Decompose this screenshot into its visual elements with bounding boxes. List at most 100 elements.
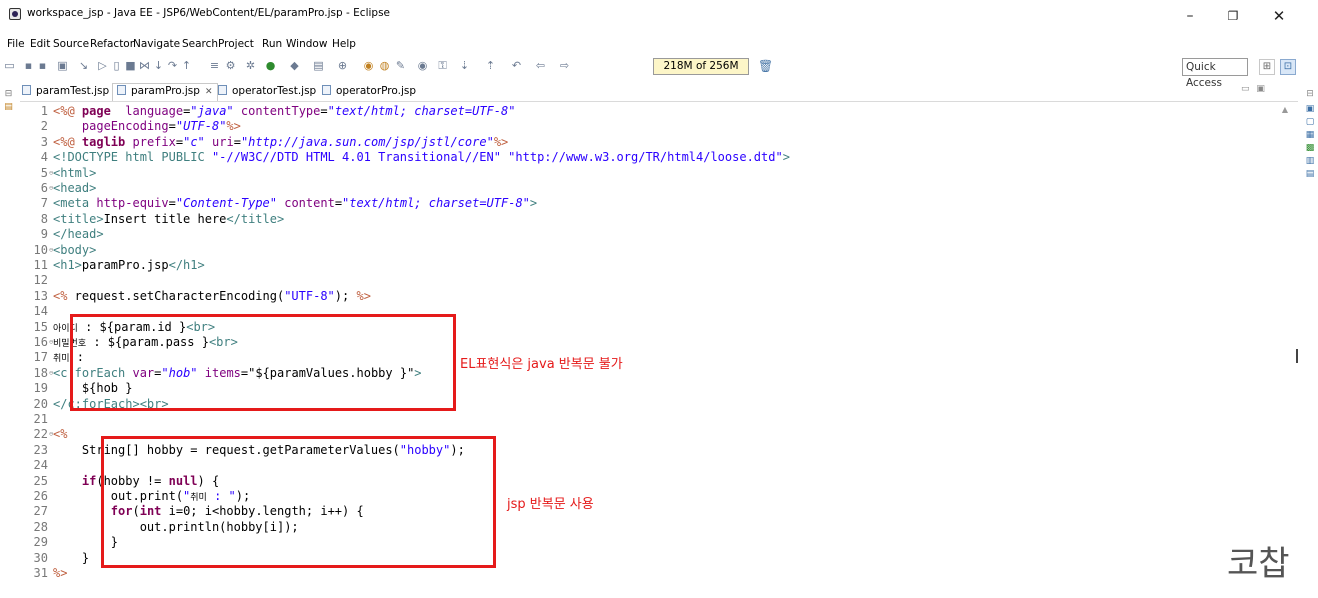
code-token: <body> [53, 242, 97, 257]
toggle-word-wrap-icon[interactable]: ⚿ [436, 59, 449, 73]
minimize-maximize-icon[interactable]: ▭ ▣ [1241, 84, 1267, 94]
line-number: 24 [33, 458, 48, 473]
data-source-icon[interactable]: ▥ [1304, 156, 1316, 167]
step-into-icon[interactable]: ↓ [152, 59, 165, 73]
console-icon[interactable]: ▤ [1304, 169, 1316, 180]
menu-help[interactable]: Help [332, 38, 356, 50]
line-number: 10 [33, 242, 48, 257]
line-number: 22 [33, 427, 48, 442]
menu-search[interactable]: Search [182, 38, 218, 50]
code-token: <%@ [53, 104, 82, 118]
debug-icon[interactable]: ✲ [244, 59, 257, 73]
open-perspective-icon[interactable]: ⊞ [1259, 59, 1275, 75]
code-token: %> [226, 119, 241, 134]
resume-icon[interactable]: ▷ [96, 59, 109, 73]
line-number: 9 [40, 227, 48, 242]
open-type-icon[interactable]: ◉ [362, 59, 375, 73]
new-icon[interactable]: ▭ [3, 59, 16, 73]
vertical-scrollbar[interactable]: ▲ [1280, 105, 1290, 575]
line-number: 4 [40, 150, 48, 165]
toggle-mark-occurrences-icon[interactable]: ◉ [416, 59, 429, 73]
garbage-collect-icon[interactable]: 🗑 [758, 59, 773, 73]
code-token: language [125, 104, 184, 118]
servers-icon[interactable]: ≡ [208, 59, 221, 73]
tab-operatorpro[interactable]: operatorPro.jsp [322, 84, 416, 100]
external-tools-icon[interactable]: ◆ [288, 59, 301, 73]
tab-operatortest[interactable]: operatorTest.jsp [218, 84, 316, 100]
code-text: <meta http-equiv="Content-Type" content=… [53, 196, 537, 211]
code-token: <% [53, 288, 68, 303]
open-web-browser-icon[interactable]: ◍ [378, 59, 391, 73]
terminal-icon[interactable]: ▣ [56, 59, 69, 73]
new-package-icon[interactable]: ⊕ [336, 59, 349, 73]
menu-navigate[interactable]: Navigate [133, 38, 180, 50]
disconnect-icon[interactable]: ⋈ [138, 59, 151, 73]
code-token: "http://java.sun.com/jsp/jstl/core" [240, 134, 494, 149]
restore-icon[interactable]: ⊟ [1304, 89, 1316, 100]
menu-refactor[interactable]: Refactor [90, 38, 134, 50]
project-explorer-icon[interactable]: ▤ [3, 102, 14, 113]
close-tab-icon[interactable]: ✕ [205, 87, 213, 97]
jsp-file-icon [322, 85, 331, 95]
code-token: request.setCharacterEncoding( [67, 288, 285, 303]
save-all-icon[interactable]: ▪ [36, 59, 49, 73]
code-token: uri [212, 134, 234, 149]
restore-icon[interactable]: ⊟ [3, 89, 14, 100]
terminate-icon[interactable]: ■ [124, 59, 137, 73]
jsp-file-icon [117, 85, 126, 95]
code-token: "UTF-8" [284, 288, 335, 303]
step-over-icon[interactable]: ↷ [166, 59, 179, 73]
toolbar: ▭ ▪ ▪ ▣ ↘ ▷ ▯ ■ ⋈ ↓ ↷ ↑ ≡ ⚙ ✲ ● ◆ ▤ ⊕ ◉ … [0, 56, 1318, 89]
code-token: content [284, 196, 335, 211]
next-annotation-icon[interactable]: ⇣ [458, 59, 471, 73]
line-number: 25 [33, 473, 48, 488]
code-token: http-equiv [96, 196, 169, 211]
code-text: <html> [53, 166, 96, 181]
code-token: <%@ [53, 134, 82, 149]
code-token: <% [53, 427, 68, 442]
menu-window[interactable]: Window [286, 38, 327, 50]
last-edit-location-icon[interactable]: ↶ [510, 59, 523, 73]
menu-edit[interactable]: Edit [30, 38, 50, 50]
java-ee-perspective-icon[interactable]: ⊡ [1280, 59, 1296, 75]
previous-annotation-icon[interactable]: ⇡ [484, 59, 497, 73]
outline-icon[interactable]: ▣ [1304, 104, 1316, 115]
search-icon[interactable]: ✎ [394, 59, 407, 73]
eclipse-icon [9, 8, 21, 20]
maximize-button[interactable]: ❐ [1216, 4, 1250, 28]
minimize-button[interactable]: – [1173, 4, 1207, 28]
save-icon[interactable]: ▪ [22, 59, 35, 73]
servers-view-icon[interactable]: ▩ [1304, 143, 1316, 154]
jsp-file-icon [22, 85, 31, 95]
forward-icon[interactable]: ⇨ [558, 59, 571, 73]
tab-parampro[interactable]: paramPro.jsp ✕ [112, 83, 218, 101]
new-java-project-icon[interactable]: ▤ [312, 59, 325, 73]
line-number: 26 [33, 489, 48, 503]
tab-label: operatorTest.jsp [232, 85, 317, 97]
menu-run[interactable]: Run [262, 38, 282, 50]
line-number: 15 [33, 319, 48, 334]
menu-file[interactable]: File [7, 38, 25, 50]
code-token: "text/html; charset=UTF-8" [327, 104, 516, 118]
scroll-up-icon[interactable]: ▲ [1280, 105, 1290, 115]
menu-source[interactable]: Source [53, 38, 89, 50]
close-button[interactable]: ✕ [1262, 4, 1296, 28]
back-icon[interactable]: ⇦ [534, 59, 547, 73]
quick-access-input[interactable]: Quick Access [1182, 58, 1248, 89]
tab-label: operatorPro.jsp [336, 85, 417, 97]
suspend-icon[interactable]: ▯ [110, 59, 123, 73]
task-list-icon[interactable]: ▢ [1304, 117, 1316, 128]
jsp-highlight-box [101, 436, 496, 568]
publish-icon[interactable]: ⚙ [224, 59, 237, 73]
run-icon[interactable]: ● [264, 59, 277, 73]
skip-breakpoints-icon[interactable]: ↘ [77, 59, 90, 73]
step-return-icon[interactable]: ↑ [180, 59, 193, 73]
code-token: ); [334, 288, 357, 303]
line-number: 7 [40, 196, 48, 211]
code-text: <h1>paramPro.jsp</h1> [53, 258, 205, 273]
menu-project[interactable]: Project [218, 38, 254, 50]
tab-label: paramPro.jsp [131, 85, 200, 97]
markers-icon[interactable]: ▦ [1304, 130, 1316, 141]
tab-paramtest[interactable]: paramTest.jsp [22, 84, 109, 100]
